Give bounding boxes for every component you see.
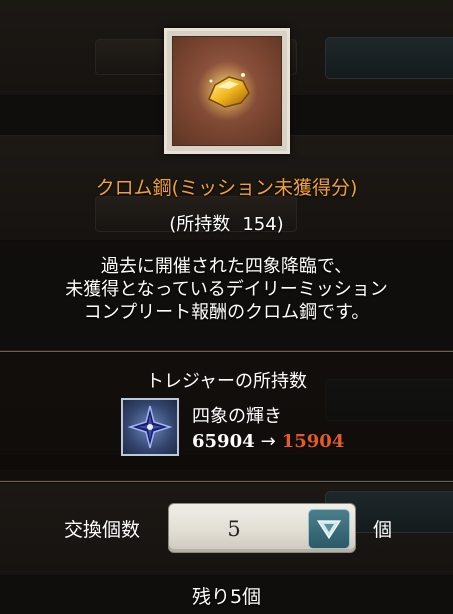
arrow-right-icon: → [260, 431, 276, 452]
remaining-count: 残り5個 [191, 586, 262, 608]
divider [0, 481, 453, 482]
quantity-value: 5 [227, 517, 241, 541]
treasure-panel-title: トレジャーの所持数 [145, 371, 308, 392]
description-line: コンプリート報酬のクロム鋼です。 [83, 302, 370, 323]
owned-value: 154) [242, 214, 284, 235]
owned-label: (所持数 [169, 214, 231, 235]
chevron-down-icon [316, 520, 342, 540]
quantity-unit: 個 [373, 519, 393, 541]
treasure-name: 四象の輝き [192, 406, 282, 427]
treasure-thumbnail [121, 398, 179, 456]
description-line: 未獲得となっているデイリーミッション [65, 279, 388, 300]
item-name: クロム鋼(ミッション未獲得分) [95, 177, 358, 199]
item-image-frame [164, 28, 290, 154]
quantity-dropdown-button[interactable] [308, 509, 350, 549]
quantity-select[interactable]: 5 [168, 503, 356, 553]
quantity-label: 交換個数 [64, 519, 141, 541]
four-symbols-radiance-icon [127, 405, 173, 449]
treasure-count-after: 15904 [281, 431, 345, 452]
item-description: 過去に開催された四象降臨で、 未獲得となっているデイリーミッション コンプリート… [0, 255, 453, 324]
treasure-count-before: 65904 [192, 431, 255, 452]
treasure-count: 65904 → 15904 [192, 431, 344, 452]
item-image [172, 36, 282, 146]
chrome-steel-nugget-icon [197, 61, 257, 121]
owned-count: (所持数 154) [0, 210, 453, 236]
description-line: 過去に開催された四象降臨で、 [100, 256, 353, 277]
